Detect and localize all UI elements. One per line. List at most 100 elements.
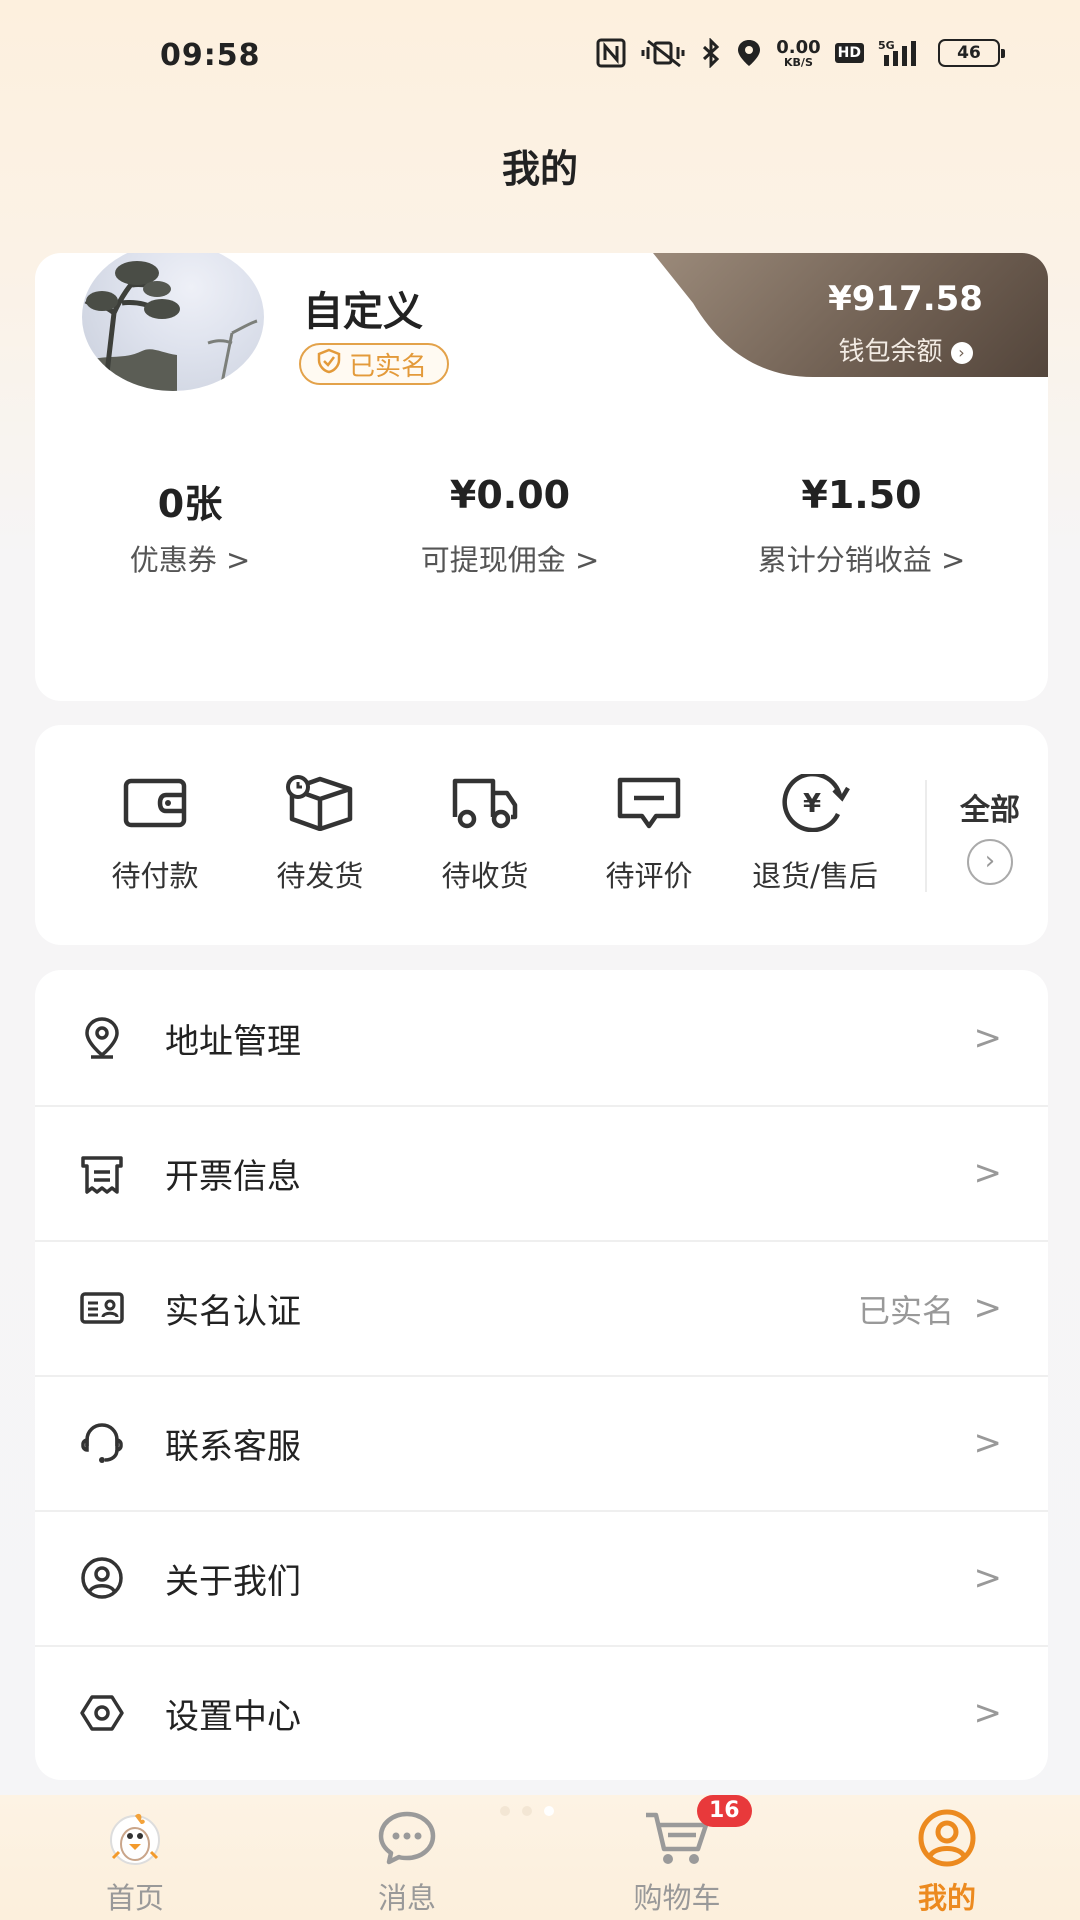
menu-label: 设置中心 (165, 1697, 301, 1737)
cart-icon: 16 (597, 1795, 757, 1869)
chevron-right-icon: > (973, 1423, 1003, 1463)
divider (35, 1240, 1048, 1242)
stat-label: 优惠券 > (129, 543, 251, 577)
location-pin-icon (736, 36, 762, 70)
bluetooth-icon (700, 36, 722, 70)
order-label: 待付款 (111, 859, 199, 893)
order-label: 退货/售后 (752, 859, 878, 893)
menu-label: 开票信息 (165, 1157, 301, 1197)
nav-home[interactable]: 首页 (55, 1807, 215, 1917)
page-dot-active (544, 1806, 554, 1816)
menu-item-settings[interactable]: 设置中心 > (35, 1645, 1048, 1780)
menu-label: 地址管理 (165, 1022, 301, 1062)
chevron-right-icon: > (973, 1288, 1003, 1328)
order-label: 待收货 (441, 859, 529, 893)
stat-value: 0张 (157, 482, 223, 526)
menu-item-address[interactable]: 地址管理 > (35, 970, 1048, 1105)
stat-value: ¥1.50 (801, 473, 922, 517)
chevron-right-circle-icon: › (967, 839, 1013, 885)
profile-card: ¥917.58 钱包余额 › 自定义 已实名 0张 优惠券 > ¥0.00 可提现… (35, 253, 1048, 701)
divider (925, 780, 927, 892)
nav-messages[interactable]: 消息 (327, 1807, 487, 1917)
menu-label: 联系客服 (165, 1427, 301, 1467)
hd-icon: HD (834, 43, 864, 63)
nav-label: 购物车 (633, 1881, 721, 1915)
menu-card: 地址管理 > 开票信息 > 实名认证 已实名 > 联系客服 > 关于我们 > 设… (35, 970, 1048, 1780)
home-mascot-icon (55, 1807, 215, 1869)
stats-row: 0张 优惠券 > ¥0.00 可提现佣金 > ¥1.50 累计分销收益 > (35, 473, 1048, 579)
page-title: 我的 (501, 147, 578, 191)
cart-badge: 16 (697, 1795, 752, 1827)
headset-icon (79, 1420, 125, 1466)
nav-label: 首页 (105, 1881, 164, 1915)
order-label: 待发货 (276, 859, 364, 893)
menu-label: 实名认证 (165, 1292, 301, 1332)
truck-icon (403, 773, 567, 833)
orders-card: 待付款 待发货 待收货 待评价 ¥ 退货/售后 全部 › (35, 725, 1048, 945)
battery-icon: 46 (938, 39, 1005, 67)
divider (35, 1510, 1048, 1512)
status-time: 09:58 (160, 38, 261, 73)
refund-icon: ¥ (725, 773, 905, 833)
location-icon (79, 1015, 125, 1061)
order-pending-receipt[interactable]: 待收货 (403, 773, 567, 895)
settings-icon (79, 1690, 125, 1736)
stat-label: 累计分销收益 > (757, 543, 966, 577)
chevron-right-icon: > (973, 1153, 1003, 1193)
wallet-icon (73, 773, 237, 833)
nav-label: 消息 (377, 1881, 436, 1915)
menu-label: 关于我们 (165, 1562, 301, 1602)
stat-distribution-earnings[interactable]: ¥1.50 累计分销收益 > (675, 473, 1048, 579)
page-indicator (500, 1806, 554, 1816)
shield-check-icon (315, 347, 343, 382)
stat-coupons[interactable]: 0张 优惠券 > (35, 473, 345, 579)
svg-text:¥: ¥ (803, 789, 821, 819)
wallet-label-row: 钱包余额 › (653, 331, 1048, 368)
wallet-label: 钱包余额 (838, 337, 943, 367)
net-speed: 0.00 KB/S (776, 36, 821, 69)
order-returns-aftersales[interactable]: ¥ 退货/售后 (725, 773, 905, 895)
verified-badge: 已实名 (299, 343, 450, 385)
status-icons: 0.00 KB/S HD 5G 46 (596, 36, 1005, 70)
profile-icon (867, 1807, 1027, 1869)
wallet-balance-button[interactable]: ¥917.58 钱包余额 › (653, 253, 1048, 377)
package-icon (238, 773, 402, 833)
order-pending-review[interactable]: 待评价 (567, 773, 731, 895)
chevron-right-icon: > (973, 1558, 1003, 1598)
order-pending-shipment[interactable]: 待发货 (238, 773, 402, 895)
order-pending-payment[interactable]: 待付款 (73, 773, 237, 895)
order-label: 待评价 (605, 859, 693, 893)
nfc-icon (596, 36, 626, 70)
verified-label: 已实名 (349, 351, 428, 382)
stat-label: 可提现佣金 > (420, 543, 600, 577)
chevron-right-icon: > (973, 1018, 1003, 1058)
stat-withdrawable-commission[interactable]: ¥0.00 可提现佣金 > (345, 473, 675, 579)
comment-icon (567, 773, 731, 833)
nav-cart[interactable]: 16 购物车 (597, 1795, 757, 1917)
chevron-right-icon: > (973, 1693, 1003, 1733)
status-bar: 09:58 0.00 KB/S HD 5G 46 (0, 0, 1080, 110)
menu-item-about-us[interactable]: 关于我们 > (35, 1510, 1048, 1645)
avatar[interactable] (82, 253, 264, 391)
page-dot (522, 1806, 532, 1816)
divider (35, 1645, 1048, 1647)
nav-label: 我的 (917, 1881, 976, 1915)
nav-profile[interactable]: 我的 (867, 1807, 1027, 1917)
divider (35, 1375, 1048, 1377)
page-dot (500, 1806, 510, 1816)
signal-icon: 5G (878, 36, 924, 70)
stat-value: ¥0.00 (449, 473, 571, 517)
chevron-right-icon: › (951, 342, 973, 364)
menu-item-customer-service[interactable]: 联系客服 > (35, 1375, 1048, 1510)
user-name: 自定义 (303, 289, 423, 335)
message-icon (327, 1807, 487, 1869)
vibrate-mute-icon (640, 36, 686, 70)
id-card-icon (79, 1285, 125, 1331)
orders-all-label: 全部 (960, 793, 1020, 828)
divider (35, 1105, 1048, 1107)
svg-text:5G: 5G (878, 39, 895, 52)
menu-item-real-name-auth[interactable]: 实名认证 已实名 > (35, 1240, 1048, 1375)
orders-all-button[interactable]: 全部 › (935, 785, 1045, 885)
user-circle-icon (79, 1555, 125, 1601)
menu-item-invoice[interactable]: 开票信息 > (35, 1105, 1048, 1240)
